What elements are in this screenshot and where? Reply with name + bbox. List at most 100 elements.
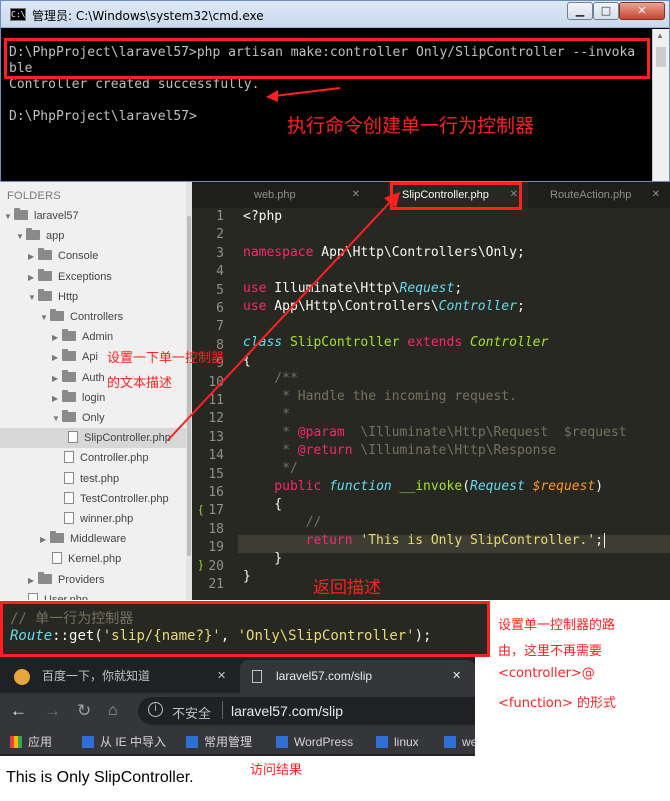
sidebar-item[interactable]: ▶ Middleware — [0, 529, 186, 549]
chevron-right-icon[interactable]: ▶ — [28, 247, 38, 267]
folder-icon — [38, 248, 52, 261]
maximize-button[interactable]: □ — [593, 2, 619, 20]
cmd-scrollbar[interactable]: ▲ — [652, 29, 669, 181]
info-icon[interactable]: i — [148, 702, 163, 717]
sidebar-item[interactable]: Controller.php — [0, 448, 186, 468]
fold-marker-icon[interactable]: } — [199, 559, 203, 571]
code-text: function — [321, 479, 392, 494]
code-text: } — [243, 569, 251, 584]
home-icon[interactable]: ⌂ — [108, 701, 118, 721]
forward-icon[interactable]: → — [44, 701, 61, 721]
folder-icon — [62, 349, 76, 362]
code-text: extends — [407, 335, 463, 350]
chevron-right-icon[interactable]: ▶ — [52, 369, 62, 389]
code-text: $request — [524, 479, 596, 494]
bookmark-apps[interactable]: 应用 — [10, 733, 52, 751]
sidebar-item[interactable]: Kernel.php — [0, 549, 186, 569]
code-text: { — [243, 497, 283, 512]
close-icon[interactable]: ✕ — [452, 660, 461, 693]
sidebar-item[interactable]: ▶ Exceptions — [0, 267, 186, 287]
address-bar[interactable]: i 不安全 laravel57.com/slip — [138, 697, 475, 725]
scroll-thumb[interactable] — [656, 47, 666, 67]
scroll-up-icon[interactable]: ▲ — [656, 31, 664, 40]
sidebar-item-label: winner.php — [80, 513, 134, 525]
fold-marker-icon[interactable]: { — [199, 504, 203, 516]
sidebar-item[interactable]: ▶ Console — [0, 246, 186, 266]
close-button[interactable]: ✕ — [619, 2, 665, 20]
route-annotation: <function> 的形式 — [498, 696, 617, 711]
route-comment: // 单一行为控制器 — [10, 611, 134, 627]
chevron-down-icon[interactable]: ▼ — [4, 207, 14, 227]
bookmark-label: 常用管理 — [204, 735, 253, 749]
chevron-down-icon[interactable]: ▼ — [52, 409, 62, 429]
file-icon — [68, 431, 78, 444]
sidebar-item[interactable]: winner.php — [0, 509, 186, 529]
browser-tab-baidu[interactable]: 百度一下，你就知道 ✕ — [4, 660, 236, 693]
sidebar-item[interactable]: ▼ Http — [0, 287, 186, 307]
sidebar-item[interactable]: TestController.php — [0, 489, 186, 509]
bookmark-label: 从 IE 中导入 — [100, 735, 167, 749]
browser-tab-strip: 百度一下，你就知道 ✕ laravel57.com/slip ✕ — [0, 657, 475, 693]
sidebar-item[interactable]: test.php — [0, 469, 186, 489]
bookmark-linux[interactable]: linux — [376, 733, 419, 751]
sidebar-item[interactable]: ▼ laravel57 — [0, 206, 186, 226]
tab-label: RouteAction.php — [550, 189, 632, 201]
folder-icon — [38, 268, 52, 281]
sidebar-item-label: Controllers — [70, 311, 124, 323]
close-icon[interactable]: ✕ — [652, 182, 660, 208]
sidebar-item-label: TestController.php — [80, 492, 169, 505]
chevron-right-icon[interactable]: ▶ — [52, 328, 62, 348]
bookmark-label: 应用 — [28, 735, 53, 749]
folder-icon — [62, 329, 76, 342]
bookmark-common-admin[interactable]: 常用管理 — [186, 733, 252, 751]
cmd-icon: C:\ — [10, 8, 26, 21]
line-number: 16 — [208, 485, 224, 500]
bookmark-ie-import[interactable]: 从 IE 中导入 — [82, 733, 166, 751]
bookmark-wordpress[interactable]: WordPress — [276, 733, 353, 751]
chevron-down-icon[interactable]: ▼ — [28, 288, 38, 308]
sidebar-item-label: login — [82, 391, 106, 404]
reload-icon[interactable]: ↻ — [77, 701, 91, 721]
sidebar-item-label: app — [46, 230, 65, 243]
sidebar-item[interactable]: ▼ Controllers — [0, 307, 186, 327]
code-text: return — [243, 533, 353, 548]
sidebar-item[interactable]: ▶ Providers — [0, 570, 186, 590]
sidebar-item[interactable]: SlipController.php — [0, 428, 186, 449]
code-text: ; — [454, 281, 463, 296]
file-icon — [64, 512, 74, 524]
minimize-button[interactable]: ▁ — [567, 2, 593, 20]
sidebar-item[interactable]: ▼ app — [0, 226, 186, 246]
return-annotation: 返回描述 — [313, 578, 381, 598]
cmd-titlebar[interactable]: C:\ 管理员: C:\Windows\system32\cmd.exe ▁ □… — [1, 1, 669, 28]
chevron-down-icon[interactable]: ▼ — [40, 308, 50, 328]
chevron-down-icon[interactable]: ▼ — [16, 227, 26, 247]
sidebar-item[interactable]: ▶ Admin — [0, 327, 186, 347]
url-text[interactable]: laravel57.com/slip — [231, 703, 343, 719]
chevron-right-icon[interactable]: ▶ — [52, 389, 62, 409]
code-text: ::get( — [52, 628, 103, 644]
folder-icon — [38, 288, 52, 301]
sidebar-item-label: Console — [58, 250, 99, 263]
chevron-right-icon[interactable]: ▶ — [28, 268, 38, 288]
folder-icon — [62, 389, 76, 402]
description-annotation: 设置一下单一控制器 — [107, 351, 225, 366]
active-tab-highlight-box — [390, 182, 522, 210]
tab-routeaction-php[interactable]: RouteAction.php ✕ — [536, 182, 670, 208]
route-annotation: 由，这里不再需要 — [498, 644, 603, 659]
browser-tab-slip[interactable]: laravel57.com/slip ✕ — [240, 660, 475, 693]
bookmark-label: linux — [394, 735, 419, 749]
code-text: Controller — [462, 335, 549, 350]
not-secure-label: 不安全 — [172, 706, 212, 721]
page-icon — [252, 670, 262, 683]
back-icon[interactable]: ← — [10, 701, 27, 721]
chevron-right-icon[interactable]: ▶ — [40, 530, 50, 550]
file-icon — [28, 592, 38, 600]
bookmark-we[interactable]: we — [444, 733, 477, 751]
chevron-right-icon[interactable]: ▶ — [28, 571, 38, 591]
description-annotation: 的文本描述 — [107, 376, 173, 391]
close-icon[interactable]: ✕ — [217, 660, 226, 693]
chevron-right-icon[interactable]: ▶ — [52, 348, 62, 368]
file-icon — [64, 451, 74, 464]
sidebar-item[interactable]: ▼ Only — [0, 408, 186, 428]
sidebar-item[interactable]: User.php — [0, 590, 186, 600]
